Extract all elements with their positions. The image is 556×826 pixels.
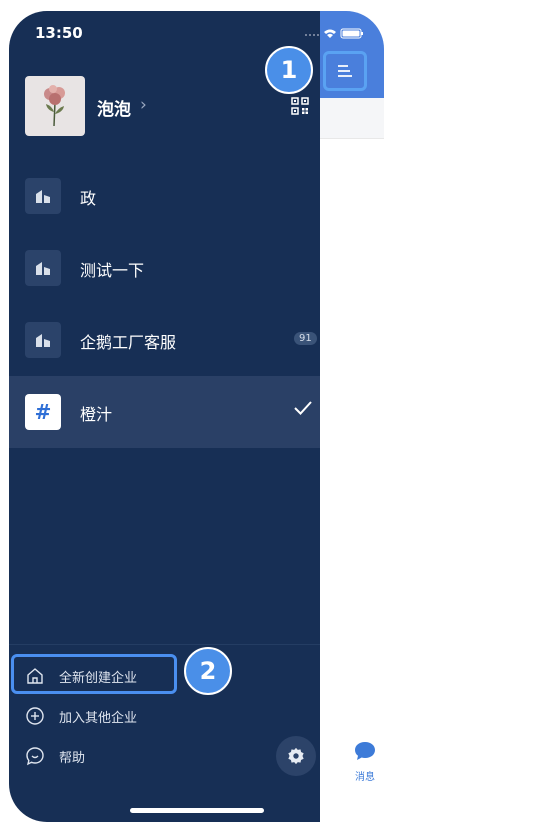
user-name[interactable]: 泡泡	[97, 95, 131, 120]
unread-count-badge: 91	[294, 332, 317, 345]
join-org-label: 加入其他企业	[59, 710, 138, 726]
phone-screen: 消息 13:50 泡泡 › 政 测试一下 企鹅工厂客服 91 # 橙汁 全新创建…	[9, 11, 384, 822]
flower-avatar-icon	[44, 85, 65, 127]
plus-circle-icon	[26, 707, 44, 725]
tab-messages[interactable]: 消息	[345, 740, 384, 783]
checkmark-icon	[293, 397, 313, 421]
tab-messages-label: 消息	[355, 772, 375, 783]
avatar[interactable]	[25, 76, 85, 136]
settings-button[interactable]	[276, 736, 316, 776]
gear-icon	[288, 747, 304, 765]
home-indicator	[130, 808, 264, 813]
org-item[interactable]: 测试一下	[9, 232, 320, 304]
org-item-selected[interactable]: # 橙汁	[9, 376, 320, 448]
help-chat-icon	[26, 747, 44, 766]
org-item[interactable]: 政	[9, 160, 320, 232]
step-marker-2: 2	[184, 647, 232, 695]
chat-bubble-icon	[355, 742, 375, 760]
wifi-battery-icon	[305, 28, 363, 39]
status-time: 13:50	[35, 24, 83, 42]
org-label: 橙汁	[80, 405, 113, 424]
org-label: 企鹅工厂客服	[80, 333, 177, 352]
create-org-label: 全新创建企业	[59, 670, 138, 686]
create-org-button[interactable]: 全新创建企业	[25, 662, 137, 690]
org-label: 测试一下	[80, 261, 145, 280]
building-icon	[25, 322, 61, 358]
user-chevron-icon: ›	[140, 95, 147, 115]
menu-button[interactable]	[323, 51, 367, 91]
main-subbar	[320, 98, 384, 139]
org-drawer: 13:50 泡泡 › 政 测试一下 企鹅工厂客服 91 # 橙汁 全新创建企业 …	[9, 11, 363, 822]
help-label: 帮助	[59, 750, 86, 766]
org-label: 政	[80, 189, 97, 208]
help-button[interactable]: 帮助	[25, 742, 85, 770]
hash-icon: #	[25, 394, 61, 430]
menu-icon	[338, 65, 352, 77]
status-indicators	[304, 27, 364, 42]
building-icon	[25, 250, 61, 286]
join-org-button[interactable]: 加入其他企业	[25, 702, 137, 730]
divider	[9, 644, 320, 645]
building-icon	[25, 178, 61, 214]
org-item[interactable]: 企鹅工厂客服 91	[9, 304, 320, 376]
step-marker-1: 1	[265, 46, 313, 94]
qr-code-icon[interactable]	[291, 97, 309, 115]
home-icon	[27, 668, 43, 684]
